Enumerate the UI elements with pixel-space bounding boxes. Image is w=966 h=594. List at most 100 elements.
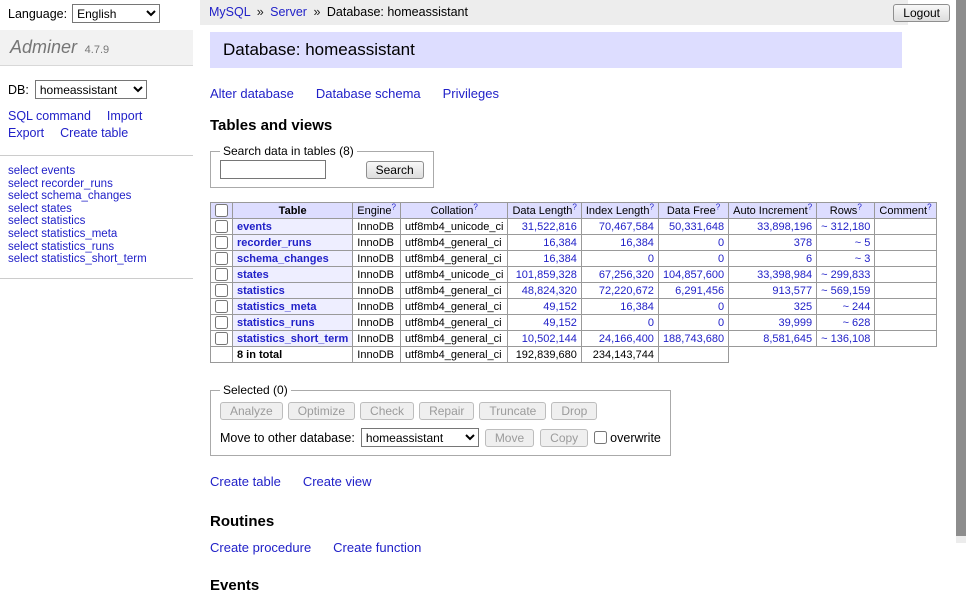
auto-increment-link[interactable]: 8,581,645: [763, 333, 812, 345]
sidebar-link-create-table[interactable]: Create table: [60, 126, 128, 140]
auto-increment-link[interactable]: 325: [794, 301, 812, 313]
auto-increment-link[interactable]: 33,898,196: [757, 221, 812, 233]
index-length-link[interactable]: 0: [648, 317, 654, 329]
sidebar-link-export[interactable]: Export: [8, 126, 44, 140]
data-free-link[interactable]: 0: [718, 301, 724, 313]
privileges-link[interactable]: Privileges: [443, 86, 499, 101]
index-length-link[interactable]: 24,166,400: [599, 333, 654, 345]
data-free-link[interactable]: 0: [718, 253, 724, 265]
table-name-link[interactable]: events: [237, 221, 272, 233]
move-db-select[interactable]: homeassistant: [361, 428, 479, 447]
row-checkbox[interactable]: [215, 252, 228, 265]
rows-count-link[interactable]: ~ 136,108: [821, 333, 870, 345]
table-name-link[interactable]: states: [237, 269, 269, 281]
create-table-link[interactable]: Create table: [210, 474, 281, 489]
auto-increment-link[interactable]: 33,398,984: [757, 269, 812, 281]
help-link[interactable]: ?: [572, 202, 576, 211]
table-name-link[interactable]: statistics: [237, 285, 285, 297]
data-length-link[interactable]: 49,152: [543, 317, 577, 329]
breadcrumb-server-link[interactable]: Server: [270, 5, 307, 19]
table-name-link[interactable]: schema_changes: [237, 253, 329, 265]
create-procedure-link[interactable]: Create procedure: [210, 540, 311, 555]
data-length-link[interactable]: 48,824,320: [522, 285, 577, 297]
table-name-link[interactable]: statistics_runs: [237, 317, 315, 329]
optimize-button[interactable]: Optimize: [288, 402, 355, 420]
sidebar-item-select-statistics-short-term[interactable]: select statistics_short_term: [8, 253, 185, 266]
move-button[interactable]: Move: [485, 429, 534, 447]
search-input[interactable]: [220, 160, 326, 179]
index-length-link[interactable]: 70,467,584: [599, 221, 654, 233]
drop-button[interactable]: Drop: [551, 402, 597, 420]
help-link[interactable]: ?: [392, 202, 396, 211]
data-length-link[interactable]: 49,152: [543, 301, 577, 313]
data-free-link[interactable]: 50,331,648: [669, 221, 724, 233]
data-length-link[interactable]: 10,502,144: [522, 333, 577, 345]
data-length-link[interactable]: 16,384: [543, 253, 577, 265]
vertical-scrollbar[interactable]: [956, 0, 966, 543]
sidebar-link-import[interactable]: Import: [107, 109, 142, 123]
sidebar-item-select-states[interactable]: select states: [8, 203, 185, 216]
rows-count-link[interactable]: ~ 628: [843, 317, 871, 329]
overwrite-checkbox[interactable]: [594, 431, 607, 444]
check-button[interactable]: Check: [360, 402, 414, 420]
index-length-link[interactable]: 0: [648, 253, 654, 265]
index-length-link[interactable]: 16,384: [620, 237, 654, 249]
auto-increment-link[interactable]: 39,999: [779, 317, 813, 329]
sidebar-item-select-recorder-runs[interactable]: select recorder_runs: [8, 178, 185, 191]
data-length-link[interactable]: 16,384: [543, 237, 577, 249]
scrollbar-thumb[interactable]: [956, 0, 966, 536]
database-schema-link[interactable]: Database schema: [316, 86, 421, 101]
sidebar-link-sql-command[interactable]: SQL command: [8, 109, 91, 123]
help-link[interactable]: ?: [473, 202, 477, 211]
auto-increment-link[interactable]: 378: [794, 237, 812, 249]
repair-button[interactable]: Repair: [419, 402, 474, 420]
logout-button[interactable]: Logout: [893, 4, 950, 22]
rows-count-link[interactable]: ~ 312,180: [821, 221, 870, 233]
help-link[interactable]: ?: [808, 202, 812, 211]
rows-count-link[interactable]: ~ 299,833: [821, 269, 870, 281]
analyze-button[interactable]: Analyze: [220, 402, 283, 420]
rows-count-link[interactable]: ~ 3: [855, 253, 871, 265]
table-name-link[interactable]: recorder_runs: [237, 237, 312, 249]
table-name-link[interactable]: statistics_short_term: [237, 333, 348, 345]
db-select[interactable]: homeassistant: [35, 80, 147, 99]
select-all-checkbox[interactable]: [215, 204, 228, 217]
language-select[interactable]: English: [72, 4, 160, 23]
search-button[interactable]: Search: [366, 161, 424, 179]
row-checkbox[interactable]: [215, 284, 228, 297]
data-free-link[interactable]: 6,291,456: [675, 285, 724, 297]
create-view-link[interactable]: Create view: [303, 474, 372, 489]
row-checkbox[interactable]: [215, 300, 228, 313]
index-length-link[interactable]: 67,256,320: [599, 269, 654, 281]
row-checkbox[interactable]: [215, 332, 228, 345]
rows-count-link[interactable]: ~ 569,159: [821, 285, 870, 297]
help-link[interactable]: ?: [857, 202, 861, 211]
row-checkbox[interactable]: [215, 316, 228, 329]
sidebar-item-select-events[interactable]: select events: [8, 165, 185, 178]
data-free-link[interactable]: 0: [718, 317, 724, 329]
help-link[interactable]: ?: [649, 202, 653, 211]
data-length-link[interactable]: 101,859,328: [516, 269, 577, 281]
data-free-link[interactable]: 0: [718, 237, 724, 249]
auto-increment-link[interactable]: 6: [806, 253, 812, 265]
create-function-link[interactable]: Create function: [333, 540, 421, 555]
rows-count-link[interactable]: ~ 244: [843, 301, 871, 313]
truncate-button[interactable]: Truncate: [479, 402, 546, 420]
row-checkbox[interactable]: [215, 220, 228, 233]
help-link[interactable]: ?: [927, 202, 931, 211]
table-name-link[interactable]: statistics_meta: [237, 301, 317, 313]
sidebar-item-select-schema-changes[interactable]: select schema_changes: [8, 190, 185, 203]
sidebar-item-select-statistics-runs[interactable]: select statistics_runs: [8, 241, 185, 254]
index-length-link[interactable]: 72,220,672: [599, 285, 654, 297]
data-free-link[interactable]: 104,857,600: [663, 269, 724, 281]
rows-count-link[interactable]: ~ 5: [855, 237, 871, 249]
breadcrumb-mysql-link[interactable]: MySQL: [209, 5, 250, 19]
auto-increment-link[interactable]: 913,577: [772, 285, 812, 297]
row-checkbox[interactable]: [215, 268, 228, 281]
alter-database-link[interactable]: Alter database: [210, 86, 294, 101]
data-length-link[interactable]: 31,522,816: [522, 221, 577, 233]
index-length-link[interactable]: 16,384: [620, 301, 654, 313]
help-link[interactable]: ?: [716, 202, 720, 211]
row-checkbox[interactable]: [215, 236, 228, 249]
data-free-link[interactable]: 188,743,680: [663, 333, 724, 345]
